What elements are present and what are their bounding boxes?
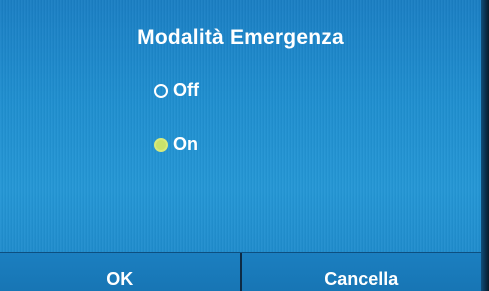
button-bar: OK Cancella [0,252,481,291]
radio-unchecked-icon[interactable] [154,83,168,98]
emergency-mode-dialog: Modalità Emergenza Off On OK Cancella [0,0,489,291]
option-on-label: On [173,134,198,154]
option-off[interactable]: Off [154,80,199,101]
option-on[interactable]: On [154,134,198,155]
cancel-button[interactable]: Cancella [242,253,482,291]
screen-bezel [481,0,489,291]
dialog-title: Modalità Emergenza [137,26,344,49]
option-off-label: Off [173,80,199,100]
ok-button[interactable]: OK [0,253,240,291]
radio-checked-icon[interactable] [154,137,168,152]
